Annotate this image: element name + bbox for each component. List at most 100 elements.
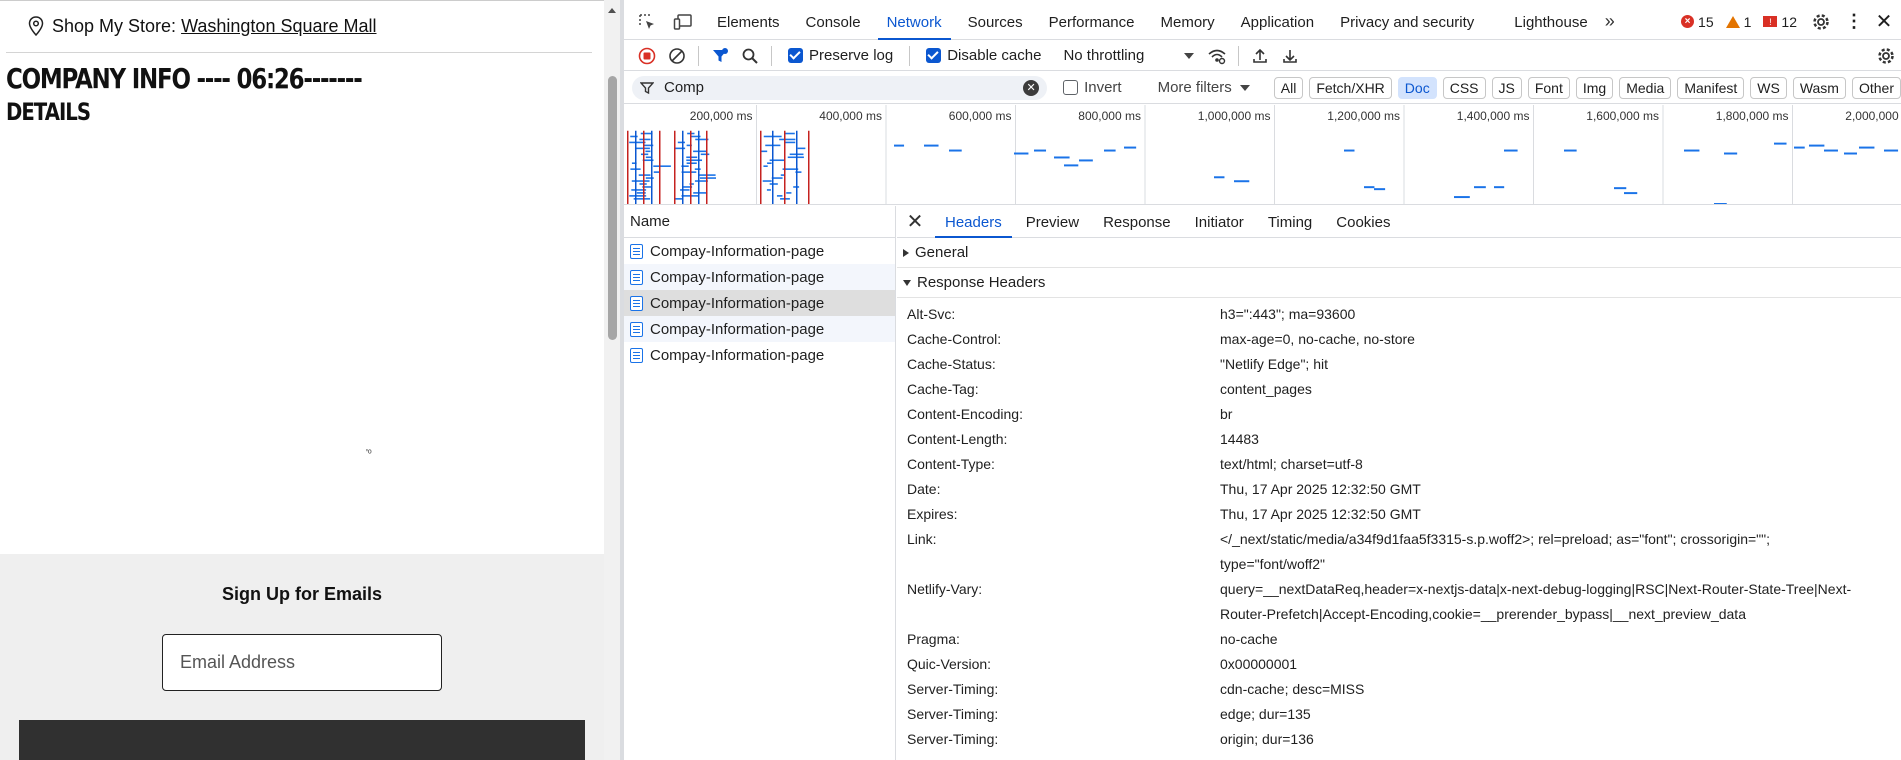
filter-chip-font[interactable]: Font bbox=[1527, 76, 1570, 99]
timeline-marker bbox=[627, 130, 629, 204]
header-value[interactable]: "Netlify Edge"; hit bbox=[1220, 352, 1860, 377]
scroll-up-arrow-icon[interactable] bbox=[608, 8, 616, 13]
header-value[interactable]: </_next/static/media/a34f9d1faa5f3315-s.… bbox=[1220, 527, 1860, 577]
filter-chip-doc[interactable]: Doc bbox=[1397, 76, 1437, 99]
network-overview-timeline[interactable]: 200,000 ms 400,000 ms 600,000 ms 800,000 ms… bbox=[624, 105, 1901, 205]
clear-icon[interactable] bbox=[662, 42, 692, 70]
more-filters-dropdown[interactable]: More filters bbox=[1158, 79, 1250, 96]
page-title: COMPANY INFO ---- 06:26------- bbox=[6, 62, 363, 95]
timeline-request-bar bbox=[779, 138, 796, 141]
filter-chip-wasm[interactable]: Wasm bbox=[1792, 76, 1846, 99]
export-har-icon[interactable] bbox=[1275, 42, 1305, 70]
import-har-icon[interactable] bbox=[1245, 42, 1275, 70]
filter-funnel-icon[interactable] bbox=[705, 42, 735, 70]
timeline-request-bar bbox=[1824, 149, 1838, 152]
table-row[interactable]: Compay-Information-page bbox=[624, 264, 895, 290]
filter-chip-all[interactable]: All bbox=[1273, 76, 1304, 99]
scrollbar-thumb[interactable] bbox=[608, 76, 617, 340]
gear-icon[interactable] bbox=[1809, 13, 1833, 31]
table-row[interactable]: Compay-Information-page bbox=[624, 238, 895, 264]
header-value[interactable]: content_pages bbox=[1220, 377, 1860, 402]
tab-elements[interactable]: Elements bbox=[704, 4, 793, 40]
close-icon[interactable]: ✕ bbox=[897, 209, 933, 234]
table-row[interactable]: Compay-Information-page bbox=[624, 342, 895, 368]
timeline-tick-label: 200,000 ms bbox=[690, 109, 753, 123]
filter-chip-css[interactable]: CSS bbox=[1442, 76, 1486, 99]
tab-sources[interactable]: Sources bbox=[955, 4, 1036, 40]
header-value[interactable]: no-cache bbox=[1220, 627, 1860, 652]
detail-tab-headers[interactable]: Headers bbox=[933, 206, 1014, 238]
detail-tab-cookies[interactable]: Cookies bbox=[1324, 206, 1402, 238]
header-value[interactable]: Thu, 17 Apr 2025 12:32:50 GMT bbox=[1220, 502, 1860, 527]
timeline-marker bbox=[690, 130, 692, 204]
record-stop-icon[interactable] bbox=[632, 42, 662, 70]
header-value[interactable]: Thu, 17 Apr 2025 12:32:50 GMT bbox=[1220, 477, 1860, 502]
column-header-name[interactable]: Name bbox=[624, 206, 895, 238]
filter-input[interactable]: Comp ✕ bbox=[632, 75, 1048, 100]
signup-submit-button[interactable] bbox=[19, 720, 585, 760]
tab-memory[interactable]: Memory bbox=[1148, 4, 1228, 40]
detail-tab-response[interactable]: Response bbox=[1091, 206, 1183, 238]
filter-chip-other[interactable]: Other bbox=[1851, 76, 1901, 99]
timeline-request-bar bbox=[1494, 186, 1505, 189]
filter-chip-js[interactable]: JS bbox=[1491, 76, 1522, 99]
document-icon bbox=[630, 321, 643, 337]
filter-chip-img[interactable]: Img bbox=[1575, 76, 1614, 99]
table-row[interactable]: Compay-Information-page bbox=[624, 290, 895, 316]
timeline-request-bar bbox=[645, 177, 654, 179]
email-field[interactable] bbox=[162, 634, 442, 691]
issue-count[interactable]: ! 12 bbox=[1763, 14, 1797, 30]
header-value[interactable]: h3=":443"; ma=93600 bbox=[1220, 302, 1860, 327]
header-value[interactable]: text/html; charset=utf-8 bbox=[1220, 452, 1860, 477]
header-value[interactable]: 14483 bbox=[1220, 427, 1860, 452]
tab-privacy-security[interactable]: Privacy and security bbox=[1327, 4, 1487, 40]
network-conditions-icon[interactable] bbox=[1202, 42, 1232, 70]
disable-cache-checkbox[interactable]: Disable cache bbox=[926, 47, 1041, 64]
preserve-log-checkbox[interactable]: Preserve log bbox=[788, 47, 893, 64]
close-icon[interactable]: ✕ bbox=[1875, 9, 1893, 34]
device-toolbar-icon[interactable] bbox=[670, 9, 696, 35]
tab-lighthouse[interactable]: Lighthouse bbox=[1501, 4, 1600, 40]
filter-chip-media[interactable]: Media bbox=[1619, 76, 1672, 99]
header-value[interactable]: edge; dur=135 bbox=[1220, 702, 1860, 727]
header-row: Content-Type: text/html; charset=utf-8 bbox=[897, 452, 1901, 477]
detail-tab-preview[interactable]: Preview bbox=[1014, 206, 1091, 238]
filter-chip-fetch-xhr[interactable]: Fetch/XHR bbox=[1309, 76, 1392, 99]
detail-tab-timing[interactable]: Timing bbox=[1256, 206, 1324, 238]
network-settings-gear-icon[interactable] bbox=[1871, 42, 1901, 70]
error-count[interactable]: × 15 bbox=[1681, 14, 1714, 30]
filter-chip-ws[interactable]: WS bbox=[1750, 76, 1787, 99]
tab-application[interactable]: Application bbox=[1228, 4, 1327, 40]
response-headers-section-toggle[interactable]: Response Headers bbox=[897, 268, 1901, 298]
throttling-select[interactable]: No throttling bbox=[1063, 47, 1195, 64]
tab-network[interactable]: Network bbox=[874, 4, 955, 40]
more-tabs-chevron-icon[interactable]: » bbox=[1605, 11, 1615, 32]
kebab-menu-icon[interactable]: ⋮ bbox=[1845, 11, 1863, 32]
header-value[interactable]: 0x00000001 bbox=[1220, 652, 1860, 677]
inspect-element-icon[interactable] bbox=[634, 9, 660, 35]
invert-checkbox[interactable]: Invert bbox=[1063, 79, 1122, 96]
timeline-request-bar bbox=[1624, 192, 1638, 195]
search-icon[interactable] bbox=[735, 42, 765, 70]
tab-performance[interactable]: Performance bbox=[1036, 4, 1148, 40]
header-value[interactable]: br bbox=[1220, 402, 1860, 427]
header-value[interactable]: max-age=0, no-cache, no-store bbox=[1220, 327, 1860, 352]
warning-count[interactable]: 1 bbox=[1725, 14, 1751, 30]
page-scrollbar[interactable] bbox=[604, 0, 620, 760]
detail-tab-initiator[interactable]: Initiator bbox=[1183, 206, 1256, 238]
header-value[interactable]: query=__nextDataReq,header=x-nextjs-data… bbox=[1220, 577, 1860, 627]
store-name-link[interactable]: Washington Square Mall bbox=[181, 16, 376, 37]
general-section-toggle[interactable]: General bbox=[897, 238, 1901, 268]
header-value[interactable]: cdn-cache; desc=MISS bbox=[1220, 677, 1860, 702]
store-selector[interactable]: Shop My Store: Washington Square Mall bbox=[0, 8, 592, 44]
clear-filter-icon[interactable]: ✕ bbox=[1023, 79, 1040, 96]
timeline-request-bar bbox=[1344, 149, 1355, 152]
header-row: Cache-Control: max-age=0, no-cache, no-st… bbox=[897, 327, 1901, 352]
filter-chip-manifest[interactable]: Manifest bbox=[1677, 76, 1745, 99]
table-row[interactable]: Compay-Information-page bbox=[624, 316, 895, 342]
header-value[interactable]: origin; dur=136 bbox=[1220, 727, 1860, 752]
request-name: Compay-Information-page bbox=[650, 242, 825, 260]
stray-mark: 'ᵒ bbox=[366, 448, 372, 459]
tab-console[interactable]: Console bbox=[793, 4, 874, 40]
triangle-down-icon bbox=[903, 279, 911, 286]
